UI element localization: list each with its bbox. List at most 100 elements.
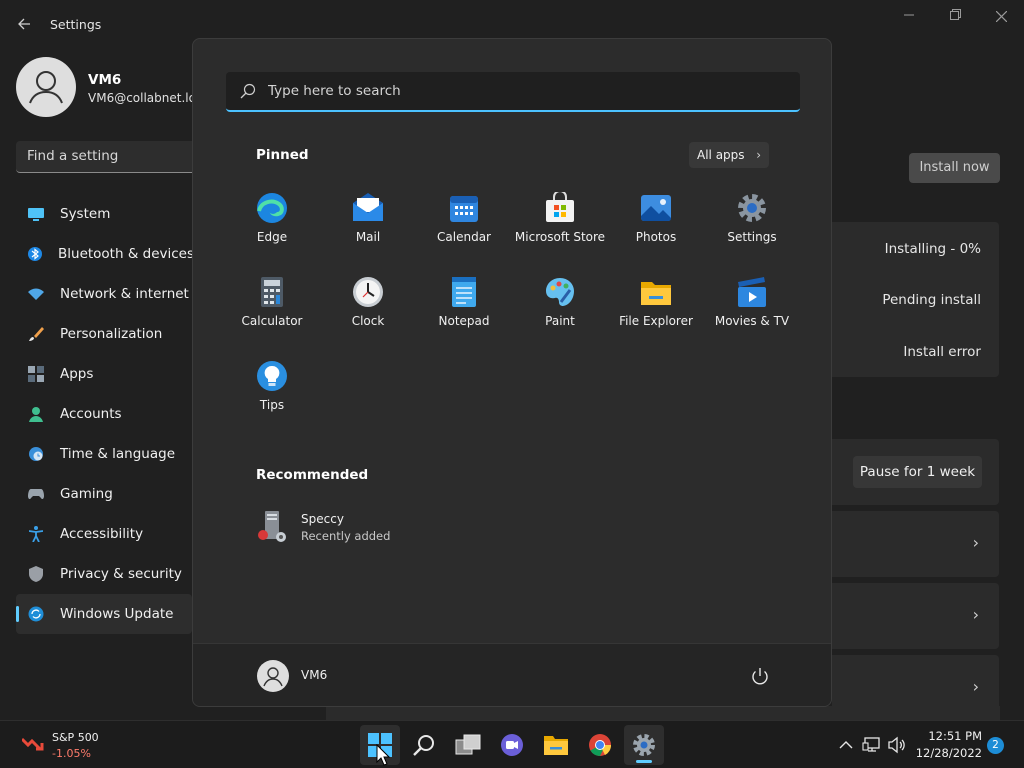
store-icon xyxy=(546,192,574,222)
person-icon xyxy=(28,406,44,422)
status-error: Install error xyxy=(903,344,981,360)
chevron-right-icon: › xyxy=(972,677,979,696)
mouse-cursor-icon xyxy=(376,744,390,766)
pinned-app-clock[interactable]: Clock xyxy=(320,272,416,352)
pinned-app-settings[interactable]: Settings xyxy=(704,188,800,268)
taskbar-search-button[interactable] xyxy=(404,725,444,765)
network-icon[interactable] xyxy=(862,735,882,755)
stock-chart-icon xyxy=(22,737,44,751)
update-status-card: Installing - 0% Pending install Install … xyxy=(832,222,999,377)
paint-icon xyxy=(546,278,574,306)
all-apps-button[interactable]: All apps › xyxy=(689,142,769,168)
chrome-button[interactable] xyxy=(580,725,620,765)
gamepad-icon xyxy=(28,486,44,502)
chevron-up-icon[interactable] xyxy=(836,735,856,755)
file-explorer-button[interactable] xyxy=(536,725,576,765)
speccy-icon xyxy=(258,511,286,542)
edge-icon xyxy=(257,193,287,223)
gear-icon xyxy=(738,194,766,222)
nav-item-time-language[interactable]: Time & language xyxy=(16,434,192,474)
monitor-icon xyxy=(28,206,44,222)
install-now-button[interactable]: Install now xyxy=(909,153,1000,183)
search-icon xyxy=(413,735,434,756)
minimize-button[interactable] xyxy=(894,8,924,26)
chevron-right-icon: › xyxy=(756,148,761,162)
pinned-app-calculator[interactable]: Calculator xyxy=(224,272,320,352)
pinned-app-tips[interactable]: Tips xyxy=(224,356,320,436)
brush-icon xyxy=(28,326,44,342)
teams-chat-button[interactable] xyxy=(492,725,532,765)
pinned-app-photos[interactable]: Photos xyxy=(608,188,704,268)
bluetooth-icon xyxy=(28,246,42,262)
pinned-app-calendar[interactable]: Calendar xyxy=(416,188,512,268)
all-apps-label: All apps xyxy=(697,148,745,162)
settings-taskbar-button[interactable] xyxy=(624,725,664,765)
find-setting-input[interactable]: Find a setting xyxy=(16,141,196,173)
pinned-app-paint[interactable]: Paint xyxy=(512,272,608,352)
settings-nav: System Bluetooth & devices Network & int… xyxy=(16,194,194,634)
pinned-app-file-explorer[interactable]: File Explorer xyxy=(608,272,704,352)
lightbulb-icon xyxy=(257,361,287,391)
globe-clock-icon xyxy=(28,446,44,462)
power-icon xyxy=(752,668,768,685)
task-view-button[interactable] xyxy=(448,725,488,765)
minimize-icon xyxy=(904,14,914,16)
start-search-box[interactable] xyxy=(226,72,800,112)
status-pending: Pending install xyxy=(882,292,981,308)
notification-badge[interactable]: 2 xyxy=(987,737,1004,754)
task-view-icon xyxy=(455,734,481,755)
nav-item-apps[interactable]: Apps xyxy=(16,354,192,394)
mail-icon xyxy=(353,193,383,221)
update-icon xyxy=(28,606,44,622)
pinned-app-mail[interactable]: Mail xyxy=(320,188,416,268)
profile-email: VM6@collabnet.loc xyxy=(88,91,203,105)
nav-item-bluetooth[interactable]: Bluetooth & devices xyxy=(16,234,194,274)
pinned-app-movies-tv[interactable]: Movies & TV xyxy=(704,272,800,352)
running-indicator xyxy=(636,760,652,763)
nav-item-personalization[interactable]: Personalization xyxy=(16,314,192,354)
close-icon xyxy=(995,10,1007,23)
settings-row[interactable]: › xyxy=(832,583,999,649)
settings-row[interactable]: › xyxy=(832,511,999,577)
clock-icon xyxy=(353,277,383,307)
pause-button[interactable]: Pause for 1 week xyxy=(853,456,982,488)
folder-icon xyxy=(544,736,568,755)
chrome-icon xyxy=(589,734,612,756)
back-button[interactable] xyxy=(12,12,36,36)
restore-button[interactable] xyxy=(940,8,970,26)
search-input[interactable] xyxy=(268,72,788,110)
nav-item-windows-update[interactable]: Windows Update xyxy=(16,594,192,634)
recommended-item-speccy[interactable]: Speccy Recently added xyxy=(249,507,449,551)
start-footer: VM6 xyxy=(193,643,831,706)
nav-item-privacy-security[interactable]: Privacy & security xyxy=(16,554,192,594)
nav-item-system[interactable]: System xyxy=(16,194,192,234)
nav-item-accounts[interactable]: Accounts xyxy=(16,394,192,434)
power-button[interactable] xyxy=(749,666,771,688)
chat-icon xyxy=(501,734,523,756)
chevron-right-icon: › xyxy=(972,533,979,552)
recommended-title: Recommended xyxy=(256,467,369,483)
nav-item-accessibility[interactable]: Accessibility xyxy=(16,514,192,554)
profile-name: VM6 xyxy=(88,72,122,88)
photos-icon xyxy=(641,195,671,222)
taskbar: S&P 500 -1.05% 12:51 PM 12/28/2022 2 xyxy=(0,720,1024,768)
profile-avatar[interactable] xyxy=(16,57,76,117)
user-avatar[interactable] xyxy=(257,660,289,692)
clock-time: 12:51 PM xyxy=(928,729,982,743)
user-name[interactable]: VM6 xyxy=(301,668,327,682)
movies-icon xyxy=(738,277,766,307)
calendar-icon xyxy=(450,196,478,222)
gear-icon xyxy=(633,734,655,756)
pause-updates-card: Pause for 1 week xyxy=(832,439,999,505)
close-button[interactable] xyxy=(986,8,1016,26)
volume-icon[interactable] xyxy=(887,735,907,755)
pinned-app-edge[interactable]: Edge xyxy=(224,188,320,268)
restore-icon xyxy=(949,9,961,20)
settings-row-edge xyxy=(326,706,1000,720)
pinned-app-microsoft-store[interactable]: Microsoft Store xyxy=(512,188,608,268)
wifi-icon xyxy=(28,286,44,302)
nav-item-gaming[interactable]: Gaming xyxy=(16,474,192,514)
clock-date: 12/28/2022 xyxy=(915,746,982,760)
nav-item-network[interactable]: Network & internet xyxy=(16,274,192,314)
pinned-app-notepad[interactable]: Notepad xyxy=(416,272,512,352)
